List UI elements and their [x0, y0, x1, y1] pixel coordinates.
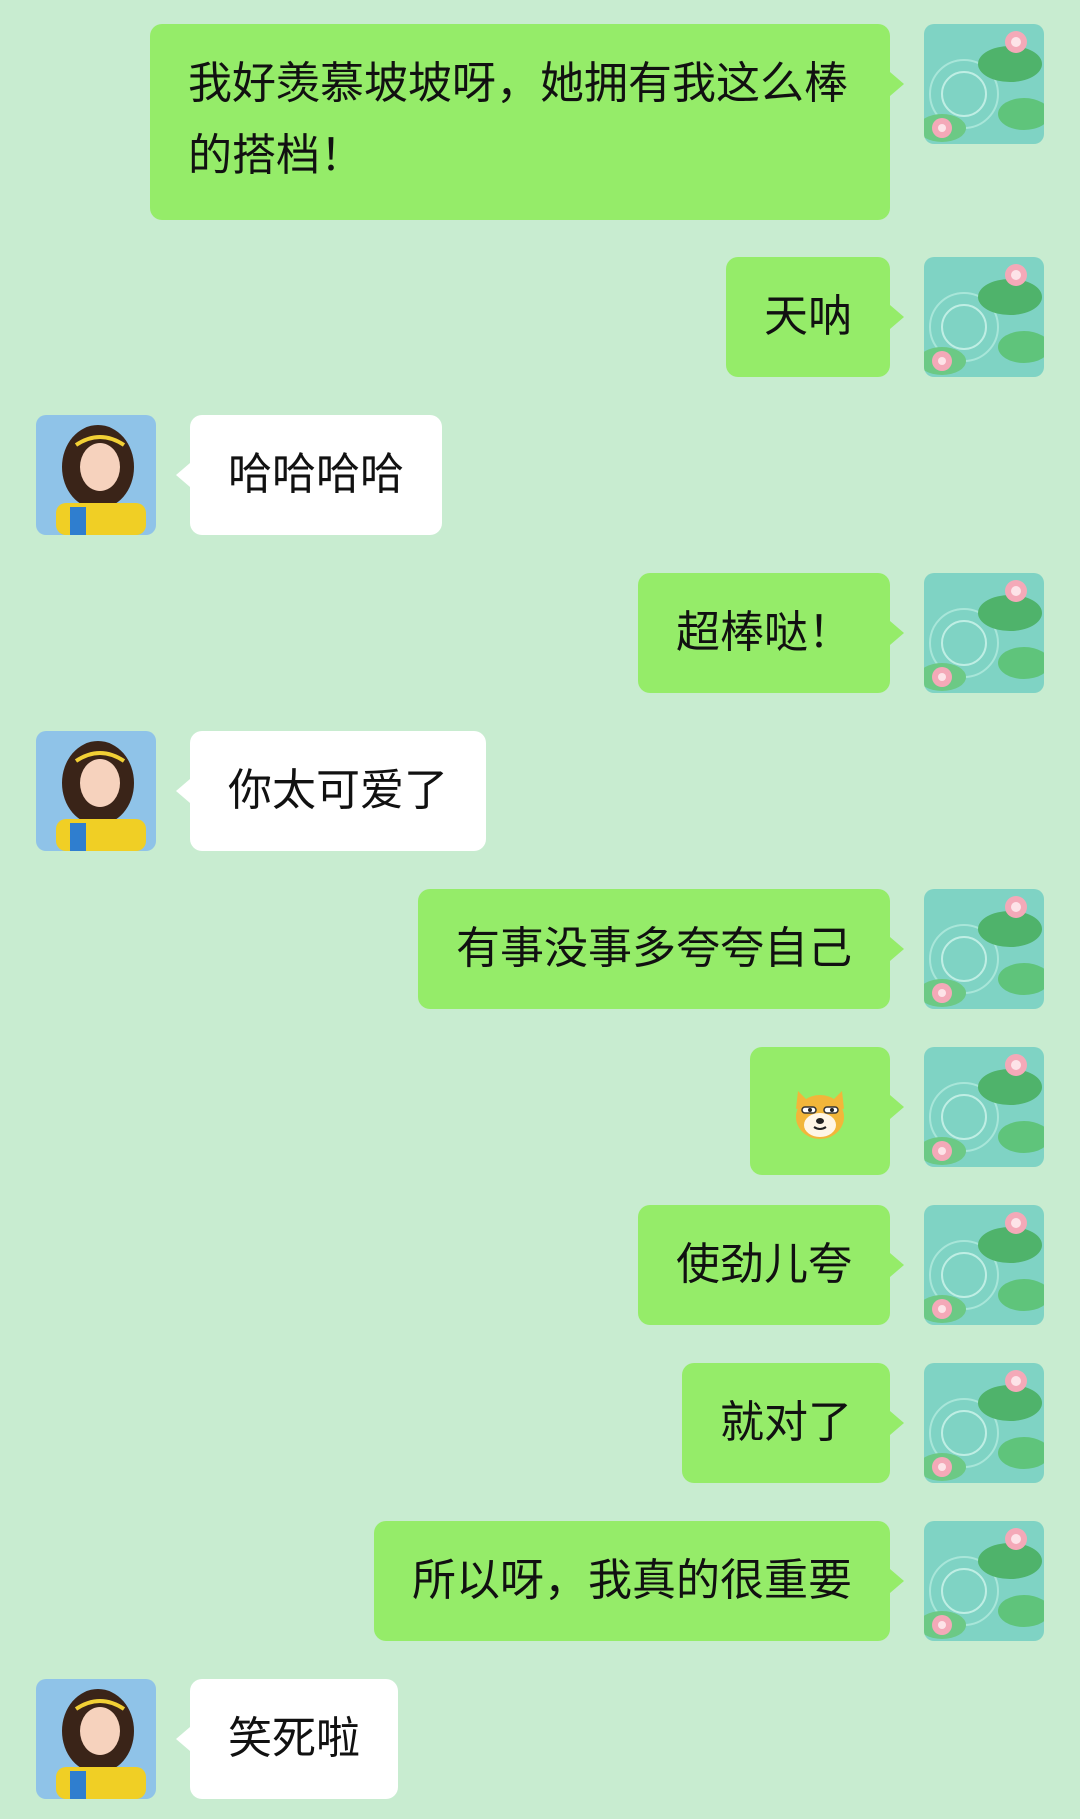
- my-message-bubble[interactable]: 就对了: [682, 1363, 904, 1483]
- my-avatar[interactable]: [924, 1363, 1044, 1483]
- my-avatar[interactable]: [924, 573, 1044, 693]
- my-emoji-bubble[interactable]: [750, 1047, 904, 1175]
- doge-emoji-icon: [788, 1081, 852, 1145]
- my-avatar[interactable]: [924, 889, 1044, 1009]
- my-message-bubble[interactable]: 我好羡慕坡坡呀，她拥有我这么棒的搭档！: [150, 24, 904, 220]
- my-avatar[interactable]: [924, 1047, 1044, 1167]
- my-message-bubble[interactable]: 使劲儿夸: [638, 1205, 904, 1325]
- contact-message-bubble[interactable]: 哈哈哈哈: [176, 415, 442, 535]
- my-message-bubble[interactable]: 所以呀，我真的很重要: [374, 1521, 904, 1641]
- contact-message-bubble[interactable]: 笑死啦: [176, 1679, 398, 1799]
- contact-message-bubble[interactable]: 你太可爱了: [176, 731, 486, 851]
- contact-avatar[interactable]: [36, 1679, 156, 1799]
- my-message-bubble[interactable]: 有事没事多夸夸自己: [418, 889, 904, 1009]
- chat-area: 我好羡慕坡坡呀，她拥有我这么棒的搭档！ 天呐 哈哈哈哈 超棒哒！ 你太可爱了 有…: [0, 0, 1080, 1819]
- my-avatar[interactable]: [924, 24, 1044, 144]
- my-avatar[interactable]: [924, 1205, 1044, 1325]
- my-avatar[interactable]: [924, 1521, 1044, 1641]
- contact-avatar[interactable]: [36, 415, 156, 535]
- my-avatar[interactable]: [924, 257, 1044, 377]
- my-message-bubble[interactable]: 天呐: [726, 257, 904, 377]
- contact-avatar[interactable]: [36, 731, 156, 851]
- my-message-bubble[interactable]: 超棒哒！: [638, 573, 904, 693]
